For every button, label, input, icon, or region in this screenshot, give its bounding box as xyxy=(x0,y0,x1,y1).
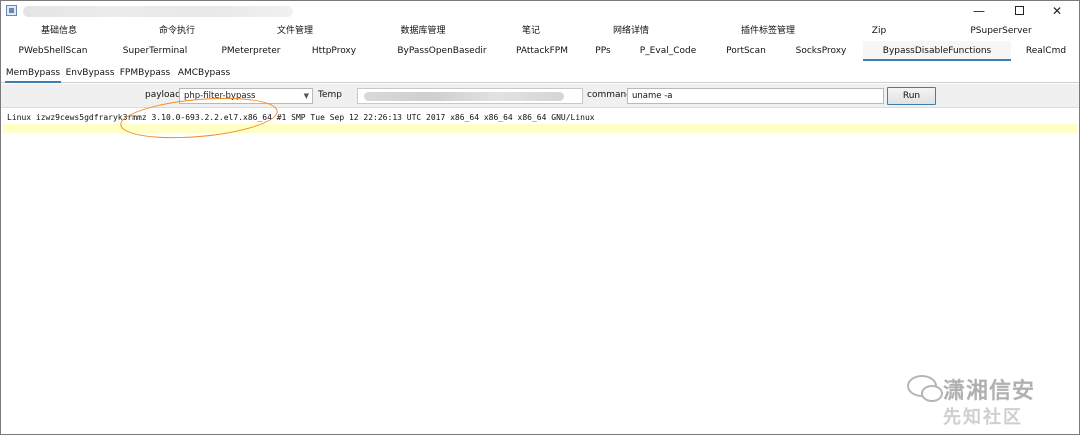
tab-bypassdisablefunctions[interactable]: BypassDisableFunctions xyxy=(863,41,1011,61)
watermark: 潇湘信安 先知社区 xyxy=(903,373,1073,431)
subtab-amcbypass[interactable]: AMCBypass xyxy=(177,63,231,83)
bypass-subtab-bar: MemBypass EnvBypass FPMBypass AMCBypass xyxy=(1,63,1079,83)
close-button[interactable]: ✕ xyxy=(1037,1,1077,21)
watermark-subtext: 先知社区 xyxy=(943,407,1023,428)
tab-httpproxy[interactable]: HttpProxy xyxy=(301,41,367,61)
window-title-redacted xyxy=(23,6,293,17)
title-bar: — ✕ xyxy=(1,1,1079,21)
subtab-membypass[interactable]: MemBypass xyxy=(5,63,61,83)
tab-zip[interactable]: Zip xyxy=(859,21,899,41)
output-line: Linux izwz9cews5gdfraryk3rmmz 3.10.0-693… xyxy=(7,113,595,122)
tab-portscan[interactable]: PortScan xyxy=(719,41,773,61)
tab-command-exec[interactable]: 命令执行 xyxy=(137,21,217,41)
maximize-icon xyxy=(1014,6,1024,15)
wechat-icon-bubble xyxy=(921,385,943,402)
tab-pps[interactable]: PPs xyxy=(589,41,617,61)
main-tab-row-1: 基础信息 命令执行 文件管理 数据库管理 笔记 网络详情 插件标签管理 Zip … xyxy=(1,21,1079,41)
tab-p-eval-code[interactable]: P_Eval_Code xyxy=(635,41,701,61)
command-label: command xyxy=(587,90,632,100)
tab-basic-info[interactable]: 基础信息 xyxy=(19,21,99,41)
tab-plugin-tags[interactable]: 插件标签管理 xyxy=(723,21,813,41)
tab-file-manager[interactable]: 文件管理 xyxy=(255,21,335,41)
main-tab-row-2: PWebShellScan SuperTerminal PMeterpreter… xyxy=(1,41,1079,61)
subtab-fpmbypass[interactable]: FPMBypass xyxy=(119,63,171,83)
tab-superterminal[interactable]: SuperTerminal xyxy=(113,41,197,61)
temp-path-input[interactable] xyxy=(357,88,583,104)
app-icon xyxy=(6,5,17,16)
run-button[interactable]: Run xyxy=(887,87,936,105)
tab-database-manager[interactable]: 数据库管理 xyxy=(381,21,465,41)
maximize-button[interactable] xyxy=(999,1,1039,21)
watermark-text: 潇湘信安 xyxy=(943,379,1036,404)
temp-label: Temp xyxy=(318,90,342,100)
tab-notes[interactable]: 笔记 xyxy=(501,21,561,41)
command-input[interactable]: uname -a xyxy=(627,88,884,104)
payload-label: payload xyxy=(145,90,181,100)
minimize-button[interactable]: — xyxy=(959,1,999,21)
app-window: — ✕ 基础信息 命令执行 文件管理 数据库管理 笔记 网络详情 插件标签管理 … xyxy=(0,0,1080,435)
chevron-down-icon: ▼ xyxy=(303,92,309,100)
tab-pmeterpreter[interactable]: PMeterpreter xyxy=(213,41,289,61)
tab-pwebshellscan[interactable]: PWebShellScan xyxy=(11,41,95,61)
tab-bypassopenbasedir[interactable]: ByPassOpenBasedir xyxy=(389,41,495,61)
tab-psuperserver[interactable]: PSuperServer xyxy=(956,21,1046,41)
tab-realcmd[interactable]: RealCmd xyxy=(1019,41,1073,61)
tab-socksproxy[interactable]: SocksProxy xyxy=(789,41,853,61)
tab-pattackfpm[interactable]: PAttackFPM xyxy=(509,41,575,61)
subtab-envbypass[interactable]: EnvBypass xyxy=(65,63,115,83)
temp-path-redacted xyxy=(364,92,564,101)
tab-network-details[interactable]: 网络详情 xyxy=(591,21,671,41)
